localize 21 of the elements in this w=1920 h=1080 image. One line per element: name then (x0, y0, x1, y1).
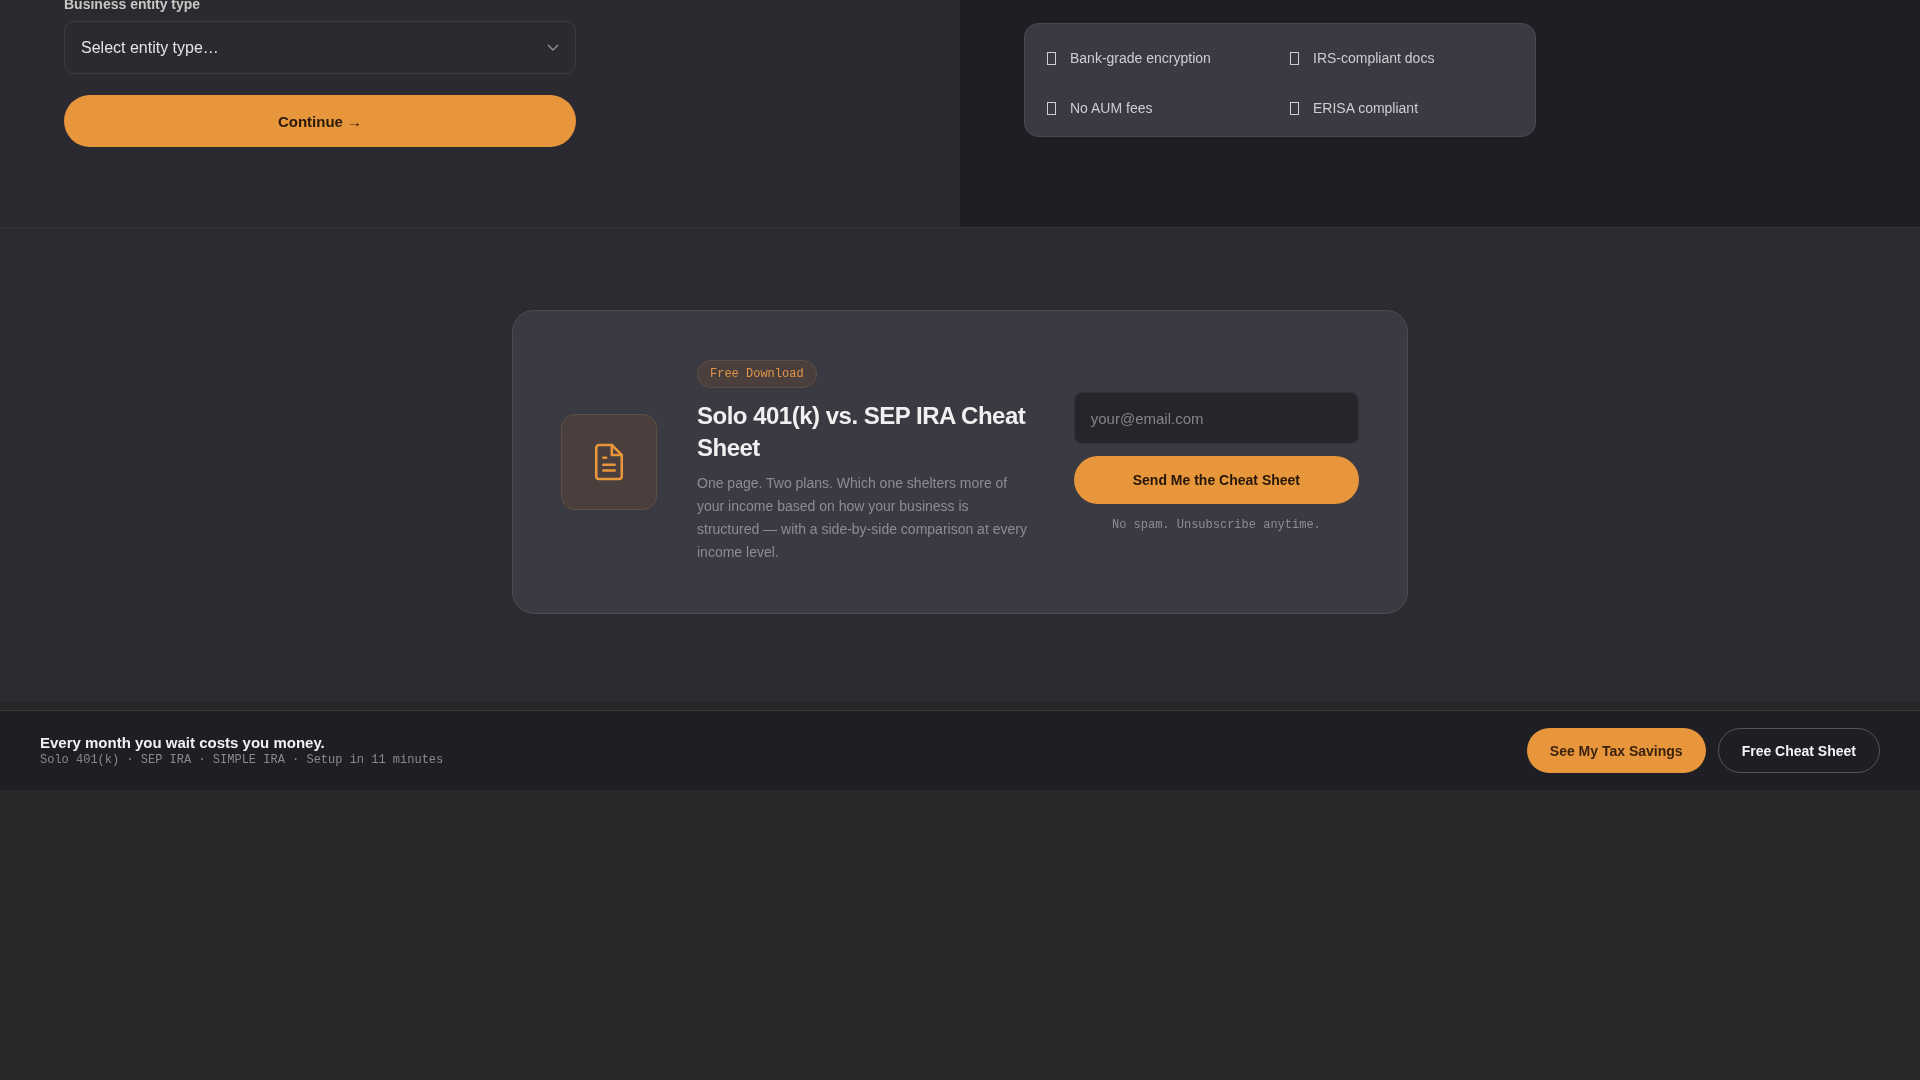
continue-button[interactable]: Continue → (64, 95, 576, 147)
placeholder-glyph-icon (1047, 101, 1056, 115)
placeholder-glyph-icon (1290, 51, 1299, 65)
trust-label: No AUM fees (1070, 100, 1153, 116)
free-download-badge: Free Download (697, 360, 817, 388)
spam-note: No spam. Unsubscribe anytime. (1110, 518, 1322, 532)
card-description: One page. Two plans. Which one shelters more of your income based on how your business is structured — with a side-by-side comparison at every income level. (697, 474, 1028, 562)
placeholder-glyph-icon (1290, 101, 1299, 115)
trust-label: IRS-compliant docs (1313, 50, 1435, 66)
entity-type-select[interactable]: Select entity type… (64, 21, 576, 74)
trust-label: ERISA compliant (1313, 100, 1419, 116)
bar-subline: Solo 401(k) · SEP IRA · SIMPLE IRA · Setup in 11 minutes (40, 753, 444, 767)
send-button[interactable]: Send Me the Cheat Sheet (1073, 456, 1359, 504)
email-field[interactable]: your@email.com (1073, 392, 1359, 444)
placeholder-glyph-icon (1047, 51, 1056, 65)
document-icon (592, 443, 626, 481)
chevron-down-icon (547, 43, 559, 52)
bar-headline: Every month you wait costs you money. (40, 734, 326, 751)
trust-label: Bank-grade encryption (1070, 50, 1211, 66)
card-title: Solo 401(k) vs. SEP IRA Cheat Sheet (697, 401, 1027, 463)
tax-savings-button[interactable]: See My Tax Savings (1526, 728, 1706, 773)
